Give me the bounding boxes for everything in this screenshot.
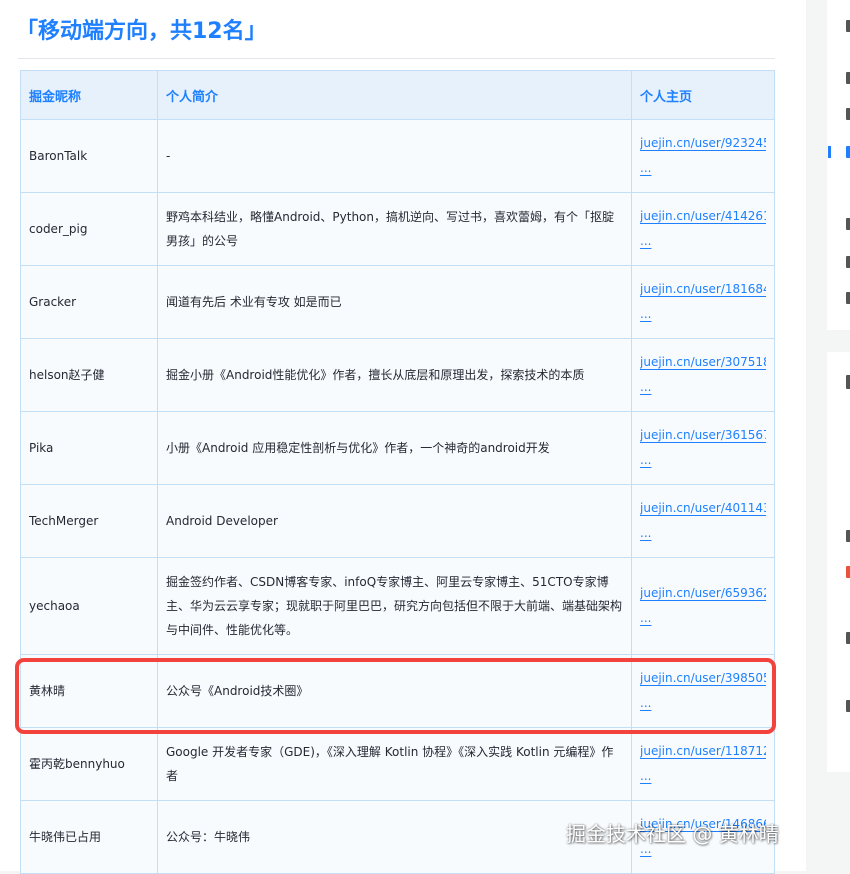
table-row: 黄林晴 公众号《Android技术圈》 juejin.cn/user/39850… bbox=[20, 654, 775, 728]
intro-cell: 野鸡本科结业，略懂Android、Python，搞机逆向、写过书，喜欢蕾姆，有个… bbox=[157, 192, 632, 266]
homepage-link-text: juejin.cn/user/307518 bbox=[640, 355, 766, 369]
title-divider bbox=[18, 58, 775, 59]
homepage-cell: juejin.cn/user/401143... bbox=[631, 484, 775, 558]
homepage-cell: juejin.cn/user/659362... bbox=[631, 557, 775, 655]
homepage-link[interactable]: juejin.cn/user/118712... bbox=[640, 739, 766, 789]
homepage-link-text: juejin.cn/user/923245 bbox=[640, 136, 766, 150]
sidebar-cropped-text bbox=[846, 20, 850, 32]
homepage-link-ellipsis: ... bbox=[640, 234, 652, 248]
main-content: 「移动端方向，共12名」 掘金昵称 个人简介 个人主页 BaronTalk - … bbox=[0, 0, 806, 874]
homepage-link-ellipsis: ... bbox=[640, 380, 652, 394]
homepage-link-text: juejin.cn/user/414261 bbox=[640, 209, 766, 223]
sidebar-cropped-text bbox=[846, 218, 850, 230]
column-header-nickname: 掘金昵称 bbox=[20, 70, 158, 120]
section-title: 「移动端方向，共12名」 bbox=[16, 19, 267, 44]
homepage-link-text: juejin.cn/user/401143 bbox=[640, 501, 766, 515]
homepage-cell: juejin.cn/user/307518... bbox=[631, 338, 775, 412]
homepage-link-ellipsis: ... bbox=[640, 696, 652, 710]
column-header-homepage: 个人主页 bbox=[631, 70, 775, 120]
sidebar-cropped-text bbox=[846, 530, 850, 542]
homepage-cell: juejin.cn/user/398505... bbox=[631, 654, 775, 728]
table-row: coder_pig 野鸡本科结业，略懂Android、Python，搞机逆向、写… bbox=[20, 192, 775, 266]
nickname-cell: BaronTalk bbox=[20, 119, 158, 193]
table-row: 霍丙乾bennyhuo Google 开发者专家（GDE)，《深入理解 Kotl… bbox=[20, 727, 775, 801]
intro-cell: 闻道有先后 术业有专攻 如是而已 bbox=[157, 265, 632, 339]
intro-cell: 掘金签约作者、CSDN博客专家、infoQ专家博主、阿里云专家博主、51CTO专… bbox=[157, 557, 632, 655]
homepage-link[interactable]: juejin.cn/user/414261... bbox=[640, 204, 766, 254]
homepage-link-ellipsis: ... bbox=[640, 453, 652, 467]
nickname-cell: 牛晓伟已占用 bbox=[20, 800, 158, 874]
intro-cell: Google 开发者专家（GDE)，《深入理解 Kotlin 协程》《深入实践 … bbox=[157, 727, 632, 801]
homepage-link-text: juejin.cn/user/181684 bbox=[640, 282, 766, 296]
column-header-intro: 个人简介 bbox=[157, 70, 632, 120]
nickname-cell: Pika bbox=[20, 411, 158, 485]
sidebar-panel-top bbox=[827, 0, 850, 330]
sidebar-cropped-text bbox=[846, 375, 850, 389]
nickname-cell: 霍丙乾bennyhuo bbox=[20, 727, 158, 801]
intro-cell: - bbox=[157, 119, 632, 193]
homepage-link[interactable]: juejin.cn/user/361567... bbox=[640, 423, 766, 473]
homepage-cell: juejin.cn/user/923245... bbox=[631, 119, 775, 193]
nickname-cell: TechMerger bbox=[20, 484, 158, 558]
sidebar-cropped-text bbox=[846, 146, 850, 158]
intro-cell: 小册《Android 应用稳定性剖析与优化》作者，一个神奇的android开发 bbox=[157, 411, 632, 485]
homepage-link[interactable]: juejin.cn/user/307518... bbox=[640, 350, 766, 400]
homepage-link[interactable]: juejin.cn/user/401143... bbox=[640, 496, 766, 546]
homepage-cell: juejin.cn/user/414261... bbox=[631, 192, 775, 266]
table-row: BaronTalk - juejin.cn/user/923245... bbox=[20, 119, 775, 193]
homepage-link-text: juejin.cn/user/118712 bbox=[640, 744, 766, 758]
sidebar-cropped-text bbox=[846, 256, 850, 268]
homepage-cell: juejin.cn/user/181684... bbox=[631, 265, 775, 339]
table-row: yechaoa 掘金签约作者、CSDN博客专家、infoQ专家博主、阿里云专家博… bbox=[20, 557, 775, 655]
nickname-cell: 黄林晴 bbox=[20, 654, 158, 728]
table-row: Gracker 闻道有先后 术业有专攻 如是而已 juejin.cn/user/… bbox=[20, 265, 775, 339]
user-table: 掘金昵称 个人简介 个人主页 BaronTalk - juejin.cn/use… bbox=[20, 70, 775, 874]
homepage-link-text: juejin.cn/user/398505 bbox=[640, 671, 766, 685]
table-row: TechMerger Android Developer juejin.cn/u… bbox=[20, 484, 775, 558]
homepage-link-ellipsis: ... bbox=[640, 161, 652, 175]
homepage-cell: juejin.cn/user/361567... bbox=[631, 411, 775, 485]
nickname-cell: Gracker bbox=[20, 265, 158, 339]
intro-cell: Android Developer bbox=[157, 484, 632, 558]
homepage-link-text: juejin.cn/user/659362 bbox=[640, 586, 766, 600]
homepage-link-ellipsis: ... bbox=[640, 526, 652, 540]
homepage-link[interactable]: juejin.cn/user/181684... bbox=[640, 277, 766, 327]
homepage-link-text: juejin.cn/user/361567 bbox=[640, 428, 766, 442]
sidebar-cropped-text bbox=[846, 632, 850, 644]
sidebar-cropped-text bbox=[846, 292, 850, 304]
homepage-link[interactable]: juejin.cn/user/923245... bbox=[640, 131, 766, 181]
table-row: Pika 小册《Android 应用稳定性剖析与优化》作者，一个神奇的andro… bbox=[20, 411, 775, 485]
table-row: helson赵子健 掘金小册《Android性能优化》作者，擅长从底层和原理出发… bbox=[20, 338, 775, 412]
sidebar-cropped-text bbox=[846, 72, 850, 84]
nickname-cell: helson赵子健 bbox=[20, 338, 158, 412]
homepage-link[interactable]: juejin.cn/user/398505... bbox=[640, 666, 766, 716]
sidebar-cropped-text bbox=[846, 108, 850, 120]
homepage-link-ellipsis: ... bbox=[640, 611, 652, 625]
nickname-cell: coder_pig bbox=[20, 192, 158, 266]
watermark: 掘金技术社区 @ 黄林晴 bbox=[566, 822, 779, 846]
homepage-link[interactable]: juejin.cn/user/659362... bbox=[640, 581, 766, 631]
sidebar-cropped-text bbox=[846, 700, 850, 712]
nickname-cell: yechaoa bbox=[20, 557, 158, 655]
intro-cell: 公众号《Android技术圈》 bbox=[157, 654, 632, 728]
intro-cell: 公众号：牛晓伟 bbox=[157, 800, 632, 874]
table-header-row: 掘金昵称 个人简介 个人主页 bbox=[20, 70, 775, 120]
homepage-cell: juejin.cn/user/118712... bbox=[631, 727, 775, 801]
intro-cell: 掘金小册《Android性能优化》作者，擅长从底层和原理出发，探索技术的本质 bbox=[157, 338, 632, 412]
homepage-link-ellipsis: ... bbox=[640, 307, 652, 321]
homepage-link-ellipsis: ... bbox=[640, 769, 652, 783]
sidebar-active-marker bbox=[828, 146, 831, 158]
sidebar-cropped-text bbox=[846, 566, 850, 578]
